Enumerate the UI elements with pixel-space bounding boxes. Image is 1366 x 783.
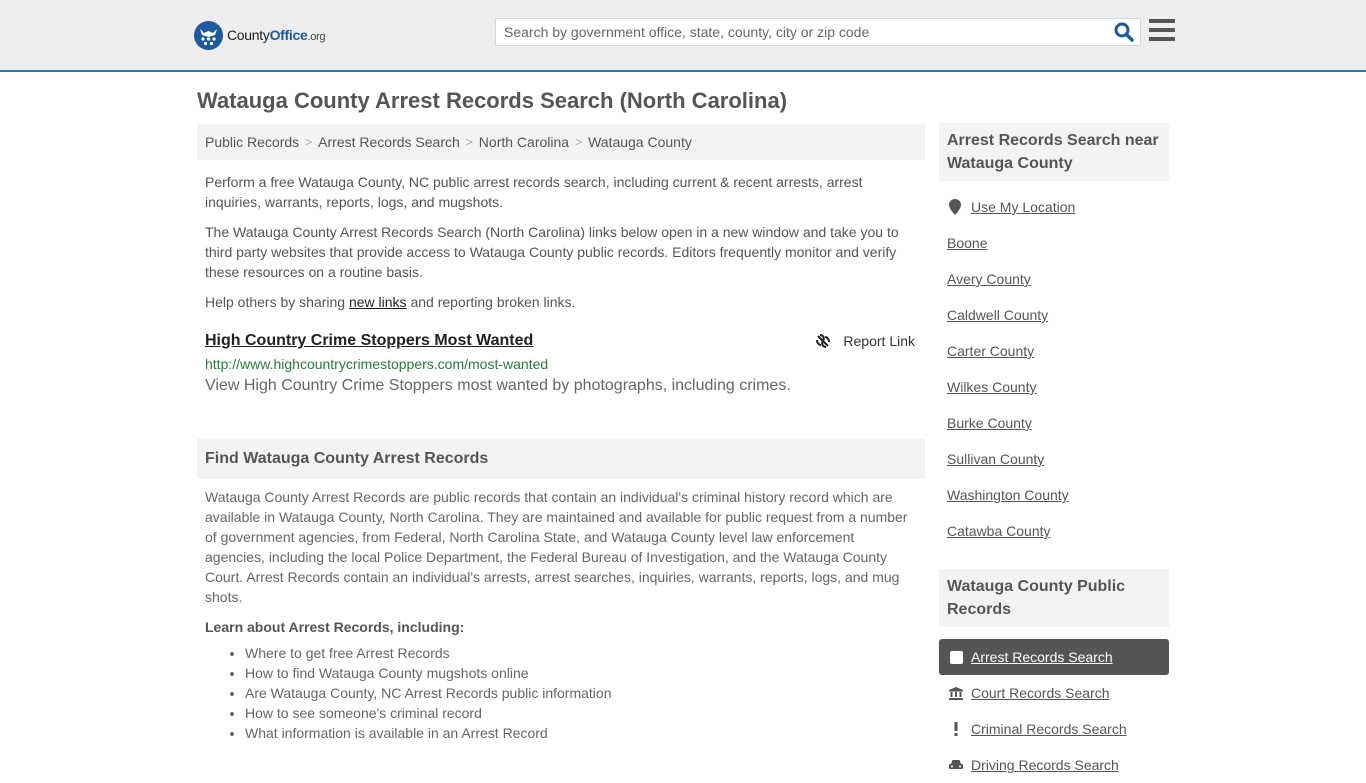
- sidebar-item-arrest-records[interactable]: Arrest Records Search: [939, 639, 1169, 675]
- intro-paragraph-1: Perform a free Watauga County, NC public…: [205, 174, 863, 210]
- public-records-list: Arrest Records Search Court Records Sear…: [939, 639, 1169, 783]
- report-link-button[interactable]: Report Link: [815, 333, 915, 349]
- public-records-heading: Watauga County Public Records: [939, 569, 1169, 627]
- breadcrumb-arrest-records-search[interactable]: Arrest Records Search: [318, 134, 460, 150]
- criminal-records-link[interactable]: Criminal Records Search: [971, 721, 1127, 737]
- square-icon: [949, 650, 963, 664]
- menu-bar: [1149, 19, 1175, 23]
- menu-bar: [1149, 28, 1175, 32]
- search-button[interactable]: [1114, 22, 1134, 42]
- breadcrumb-separator: >: [575, 135, 583, 149]
- nearby-list: Use My Location Boone Avery County Caldw…: [939, 189, 1169, 549]
- breadcrumb-separator: >: [465, 135, 473, 149]
- logo-text-county: County: [227, 27, 270, 43]
- find-records-body: Watauga County Arrest Records are public…: [205, 489, 908, 605]
- resource-link-url: http://www.highcountrycrimestoppers.com/…: [205, 356, 549, 372]
- nearby-link-carter-county[interactable]: Carter County: [947, 343, 1034, 359]
- find-records-heading: Find Watauga County Arrest Records: [197, 439, 925, 479]
- breadcrumb-separator: >: [305, 135, 313, 149]
- arrest-records-link[interactable]: Arrest Records Search: [971, 649, 1113, 665]
- learn-about-heading: Learn about Arrest Records, including:: [205, 619, 465, 635]
- resource-link-description: View High Country Crime Stoppers most wa…: [205, 377, 791, 394]
- nearby-item: Carter County: [939, 333, 1169, 369]
- use-my-location-item: Use My Location: [939, 189, 1169, 225]
- nearby-item: Avery County: [939, 261, 1169, 297]
- find-records-section: Watauga County Arrest Records are public…: [197, 487, 925, 743]
- nearby-link-burke-county[interactable]: Burke County: [947, 415, 1032, 431]
- eagle-stars-logo-icon: [194, 20, 223, 50]
- nearby-link-washington-county[interactable]: Washington County: [947, 487, 1069, 503]
- nearby-link-sullivan-county[interactable]: Sullivan County: [947, 451, 1044, 467]
- nearby-heading: Arrest Records Search near Watauga Count…: [939, 123, 1169, 181]
- search-input[interactable]: [496, 19, 1096, 45]
- page-title: Watauga County Arrest Records Search (No…: [197, 88, 788, 113]
- list-item: How to see someone's criminal record: [245, 703, 917, 723]
- use-my-location-link[interactable]: Use My Location: [971, 199, 1075, 215]
- hamburger-menu-button[interactable]: [1149, 19, 1175, 43]
- learn-about-list: Where to get free Arrest Records How to …: [205, 643, 917, 743]
- nearby-link-wilkes-county[interactable]: Wilkes County: [947, 379, 1036, 395]
- logo-text: CountyOffice.org: [227, 27, 326, 43]
- sidebar-item-criminal-records[interactable]: Criminal Records Search: [939, 711, 1169, 747]
- intro-paragraph-2: The Watauga County Arrest Records Search…: [205, 224, 899, 280]
- resource-link-entry: High Country Crime Stoppers Most Wanted …: [197, 332, 925, 395]
- list-item: Where to get free Arrest Records: [245, 643, 917, 663]
- sidebar: Arrest Records Search near Watauga Count…: [939, 123, 1169, 783]
- logo-text-office: Office: [269, 27, 308, 43]
- breadcrumb-watauga-county[interactable]: Watauga County: [588, 134, 692, 150]
- nearby-item: Wilkes County: [939, 369, 1169, 405]
- intro-paragraph-3: Help others by sharing new links and rep…: [205, 292, 917, 312]
- menu-bar: [1149, 37, 1175, 41]
- site-logo[interactable]: CountyOffice.org: [194, 20, 326, 50]
- car-icon: [949, 759, 963, 771]
- nearby-item: Caldwell County: [939, 297, 1169, 333]
- nearby-item: Washington County: [939, 477, 1169, 513]
- resource-link-title[interactable]: High Country Crime Stoppers Most Wanted: [205, 332, 533, 350]
- broken-link-icon: [816, 334, 831, 348]
- main-content: Public Records > Arrest Records Search >…: [197, 124, 925, 743]
- search-box: [495, 18, 1141, 46]
- breadcrumb: Public Records > Arrest Records Search >…: [197, 124, 925, 160]
- sidebar-item-driving-records[interactable]: Driving Records Search: [939, 747, 1169, 783]
- nearby-link-caldwell-county[interactable]: Caldwell County: [947, 307, 1048, 323]
- site-header: CountyOffice.org: [0, 0, 1366, 72]
- new-links-link[interactable]: new links: [349, 294, 407, 310]
- list-item: How to find Watauga County mugshots onli…: [245, 663, 917, 683]
- intro-text: Perform a free Watauga County, NC public…: [197, 172, 925, 312]
- driving-records-link[interactable]: Driving Records Search: [971, 757, 1119, 773]
- nearby-item: Catawba County: [939, 513, 1169, 549]
- intro-p3-text: Help others by sharing: [205, 294, 349, 310]
- search-icon: [1114, 22, 1134, 42]
- nearby-link-avery-county[interactable]: Avery County: [947, 271, 1031, 287]
- nearby-link-catawba-county[interactable]: Catawba County: [947, 523, 1051, 539]
- breadcrumb-north-carolina[interactable]: North Carolina: [479, 134, 569, 150]
- report-link-label: Report Link: [843, 333, 915, 349]
- nearby-item: Sullivan County: [939, 441, 1169, 477]
- nearby-link-boone[interactable]: Boone: [947, 235, 987, 251]
- courthouse-icon: [949, 686, 963, 700]
- nearby-item: Burke County: [939, 405, 1169, 441]
- breadcrumb-public-records[interactable]: Public Records: [205, 134, 299, 150]
- location-pin-icon: [947, 199, 963, 215]
- logo-text-org: .org: [307, 31, 326, 43]
- exclamation-icon: [949, 722, 963, 736]
- sidebar-item-court-records[interactable]: Court Records Search: [939, 675, 1169, 711]
- list-item: Are Watauga County, NC Arrest Records pu…: [245, 683, 917, 703]
- court-records-link[interactable]: Court Records Search: [971, 685, 1110, 701]
- intro-p3-text-end: and reporting broken links.: [406, 294, 576, 310]
- list-item: What information is available in an Arre…: [245, 723, 917, 743]
- nearby-item: Boone: [939, 225, 1169, 261]
